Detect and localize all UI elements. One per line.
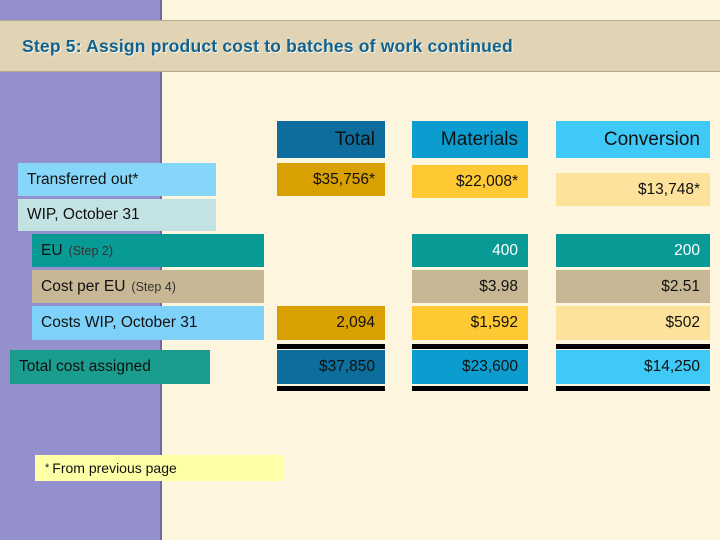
grandtotal-rule-materials [412,386,528,391]
column-header-materials: Materials [412,121,528,158]
cell-total-cost-assigned-conversion: $14,250 [556,350,710,384]
row-label-cost-per-eu: Cost per EU (Step 4) [32,270,264,303]
row-label-total-cost-assigned: Total cost assigned [10,350,210,384]
row-label-transferred-out: Transferred out* [18,163,216,196]
subtotal-rule-materials [412,344,528,349]
cell-costs-wip-total: 2,094 [277,306,385,340]
row-label-eu-text: EU [41,241,63,259]
grandtotal-rule-conversion [556,386,710,391]
cell-total-cost-assigned-materials: $23,600 [412,350,528,384]
cell-eu-conversion: 200 [556,234,710,267]
footnote: * From previous page [35,455,283,481]
row-label-costs-wip-october-31: Costs WIP, October 31 [32,306,264,340]
footnote-text: From previous page [52,460,177,476]
footnote-asterisk: * [45,462,50,474]
cell-eu-materials: 400 [412,234,528,267]
subtotal-rule-total [277,344,385,349]
column-header-total: Total [277,121,385,158]
row-label-eu-step-note: (Step 2) [68,243,114,258]
cell-cost-per-eu-conversion: $2.51 [556,270,710,303]
cell-costs-wip-conversion: $502 [556,306,710,340]
grandtotal-rule-total [277,386,385,391]
cell-total-cost-assigned-total: $37,850 [277,350,385,384]
row-label-cost-per-eu-step-note: (Step 4) [131,279,176,294]
row-label-wip-october-31: WIP, October 31 [18,199,216,231]
cell-transferred-out-conversion: $13,748* [556,173,710,206]
cell-transferred-out-total: $35,756* [277,163,385,196]
slide-title-banner: Step 5: Assign product cost to batches o… [0,20,720,72]
column-header-conversion: Conversion [556,121,710,158]
row-label-cost-per-eu-text: Cost per EU [41,277,126,295]
cell-costs-wip-materials: $1,592 [412,306,528,340]
cell-transferred-out-materials: $22,008* [412,165,528,198]
cell-cost-per-eu-materials: $3.98 [412,270,528,303]
subtotal-rule-conversion [556,344,710,349]
page-title: Step 5: Assign product cost to batches o… [22,35,513,56]
row-label-eu: EU (Step 2) [32,234,264,267]
